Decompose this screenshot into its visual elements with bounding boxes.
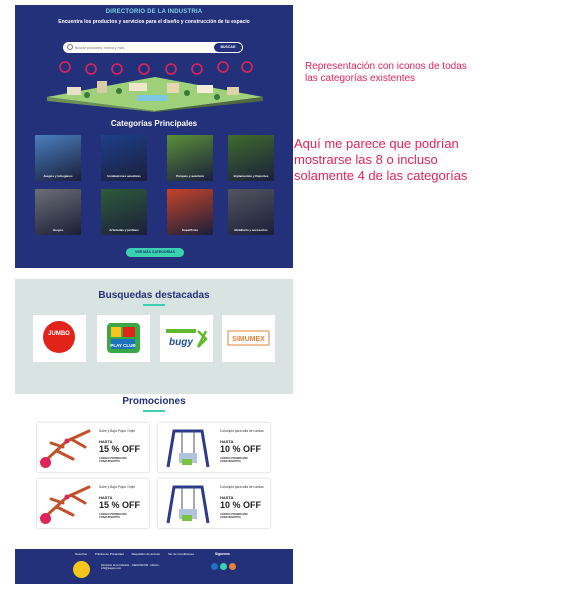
instagram-icon[interactable]	[220, 563, 227, 570]
hero-title: DIRECTORIO DE LA INDUSTRIA	[105, 9, 203, 15]
categories-heading: Categorías Principales	[110, 119, 198, 128]
swing-product-image	[166, 485, 210, 524]
hero-subtitle: Encuentra los productos y servicios para…	[58, 19, 250, 25]
category-icons-illustration	[47, 61, 263, 112]
promo-badge-icon	[40, 513, 51, 524]
promo-code: CÓDIGO PROMOCIÓN CONCURSOPTIS	[99, 513, 127, 520]
category-label: Superficies	[181, 227, 199, 232]
category-label: Mobiliario y accesorios	[234, 227, 268, 232]
promo-code: CÓDIGO PROMOCIÓN CONCURSOPTIS	[99, 457, 127, 464]
footer-link[interactable]: Política de Privacidad	[95, 552, 124, 556]
promo-code: CÓDIGO PROMOCIÓN CONCURSOPTIS	[220, 457, 248, 464]
promo-product-name: Sube y Baja Pulpo Triple	[99, 429, 136, 433]
promo-code: CÓDIGO PROMOCIÓN CONCURSOPTIS	[220, 513, 248, 520]
category-tile-5[interactable]: Juegos	[35, 189, 81, 235]
promo-discount: 10 % OFF	[220, 500, 262, 510]
footer-address: Directorio de la Industria · JUEGOSCOM ·…	[101, 564, 161, 571]
featured-searches-section: Busquedas destacadas JUMBO PLAY CLUB bug…	[15, 279, 293, 394]
category-label: Juegos	[52, 227, 64, 232]
promo-discount: 15 % OFF	[99, 500, 141, 510]
svg-text:PLAY CLUB: PLAY CLUB	[110, 343, 136, 348]
footer-logo	[73, 561, 90, 578]
brand-logo-simumex[interactable]: SIMUMEX	[222, 315, 275, 362]
bugy-logo-icon: bugy	[166, 329, 208, 348]
promo-badge-icon	[40, 457, 51, 468]
search-input[interactable]	[75, 43, 205, 52]
svg-text:bugy: bugy	[169, 337, 193, 348]
promo-discount: 10 % OFF	[220, 444, 262, 454]
search-icon	[67, 44, 73, 50]
promo-product-name: Sube y Baja Pulpo Triple	[99, 485, 136, 489]
promo-card-4[interactable]: Columpio para silla de ruedas HASTA 10 %…	[158, 479, 270, 528]
youtube-icon[interactable]	[229, 563, 236, 570]
search-button[interactable]: BUSCAR	[214, 43, 242, 52]
category-label: Parques y aventura	[176, 173, 204, 178]
category-tile-2[interactable]: Instalaciones acuáticas	[101, 135, 147, 181]
category-tile-7[interactable]: Superficies	[167, 189, 213, 235]
jumbo-logo-icon: JUMBO	[43, 321, 75, 353]
category-label: Instalaciones acuáticas	[107, 173, 141, 178]
category-tile-3[interactable]: Parques y aventura	[167, 135, 213, 181]
promo-product-name: Columpio para silla de ruedas	[220, 429, 264, 433]
site-footer: Nosotros Política de Privacidad Requisit…	[15, 549, 293, 584]
directory-hero: DIRECTORIO DE LA INDUSTRIA Encuentra los…	[15, 5, 293, 268]
title-underline	[143, 304, 165, 306]
featured-searches-title: Busquedas destacadas	[98, 290, 210, 301]
facebook-icon[interactable]	[211, 563, 218, 570]
annotation-icons-note: Representación con iconos de todas las c…	[305, 61, 467, 84]
category-label: Juegos y toboganes	[43, 173, 73, 178]
title-underline	[143, 410, 165, 412]
svg-text:SIMUMEX: SIMUMEX	[232, 336, 265, 343]
brand-logo-jumbo[interactable]: JUMBO	[33, 315, 86, 362]
brand-logo-playclub[interactable]: PLAY CLUB	[97, 315, 150, 362]
brand-logo-bugy[interactable]: bugy	[160, 315, 213, 362]
playclub-logo-icon: PLAY CLUB	[107, 323, 140, 353]
category-tile-6[interactable]: Arboledas y jardines	[101, 189, 147, 235]
category-tile-1[interactable]: Juegos y toboganes	[35, 135, 81, 181]
footer-link[interactable]: Ver de Condiciones	[168, 552, 194, 556]
promo-card-3[interactable]: Sube y Baja Pulpo Triple HASTA 15 % OFF …	[37, 479, 149, 528]
svg-text:JUMBO: JUMBO	[48, 331, 70, 337]
promo-discount: 15 % OFF	[99, 444, 141, 454]
follow-us-label: Síguenos	[215, 552, 230, 556]
category-label: Arboledas y jardines	[109, 227, 139, 232]
category-tile-4[interactable]: Implementos y Deportes	[228, 135, 274, 181]
see-more-categories-button[interactable]: VER MÁS CATEGORÍAS	[126, 248, 184, 257]
promo-card-1[interactable]: Sube y Baja Pulpo Triple HASTA 15 % OFF …	[37, 423, 149, 472]
promo-product-name: Columpio para silla de ruedas	[220, 485, 264, 489]
annotation-categories-note: Aquí me parece que podrían mostrarse las…	[294, 136, 468, 183]
promotions-title: Promociones	[122, 396, 186, 407]
footer-link[interactable]: Requisitos de acceso	[132, 552, 161, 556]
promo-card-2[interactable]: Columpio para silla de ruedas HASTA 10 %…	[158, 423, 270, 472]
category-label: Implementos y Deportes	[233, 173, 269, 178]
swing-product-image	[166, 429, 210, 468]
footer-links: Nosotros Política de Privacidad Requisit…	[75, 552, 201, 556]
footer-link[interactable]: Nosotros	[75, 552, 87, 556]
category-tile-8[interactable]: Mobiliario y accesorios	[228, 189, 274, 235]
simumex-logo-icon: SIMUMEX	[227, 330, 270, 346]
search-bar: BUSCAR	[63, 42, 243, 53]
